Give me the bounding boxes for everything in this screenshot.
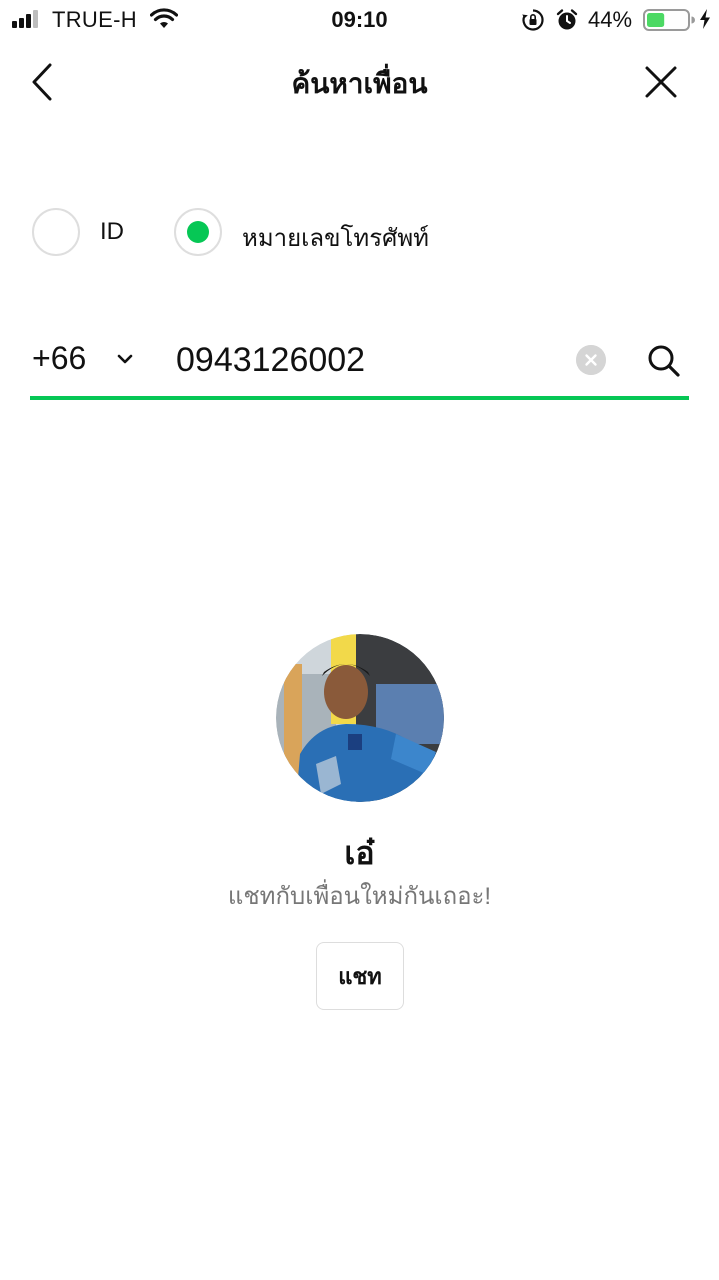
radio-phone-number[interactable]	[174, 208, 222, 256]
status-bar: TRUE-H 09:10 44%	[0, 0, 719, 40]
input-underline	[30, 396, 689, 400]
search-icon[interactable]	[646, 343, 682, 379]
charging-bolt-icon	[700, 9, 710, 29]
page-title: ค้นหาเพื่อน	[291, 68, 428, 99]
add-friend-screen: TRUE-H 09:10 44% ค้นหาเพื่อน ID หมายเลขโ…	[0, 0, 719, 1280]
chevron-down-icon[interactable]	[116, 352, 134, 366]
radio-phone-number-label[interactable]: หมายเลขโทรศัพท์	[242, 218, 429, 257]
battery-percent: 44%	[588, 7, 633, 32]
friend-name: เอ๋	[344, 835, 375, 871]
chat-button[interactable]: แชท	[316, 942, 404, 1010]
battery-icon	[643, 9, 695, 31]
alarm-icon	[556, 9, 578, 30]
orientation-lock-icon	[522, 9, 544, 31]
clear-icon[interactable]	[576, 345, 606, 375]
close-button[interactable]	[642, 63, 680, 101]
country-code-selector[interactable]: +66	[32, 340, 86, 377]
result-message: แชทกับเพื่อนใหม่กันเถอะ!	[227, 883, 492, 910]
radio-selected-dot	[187, 221, 209, 243]
radio-id[interactable]	[32, 208, 80, 256]
avatar[interactable]	[276, 634, 444, 802]
phone-number-input[interactable]	[176, 336, 556, 384]
radio-id-label[interactable]: ID	[100, 218, 124, 246]
